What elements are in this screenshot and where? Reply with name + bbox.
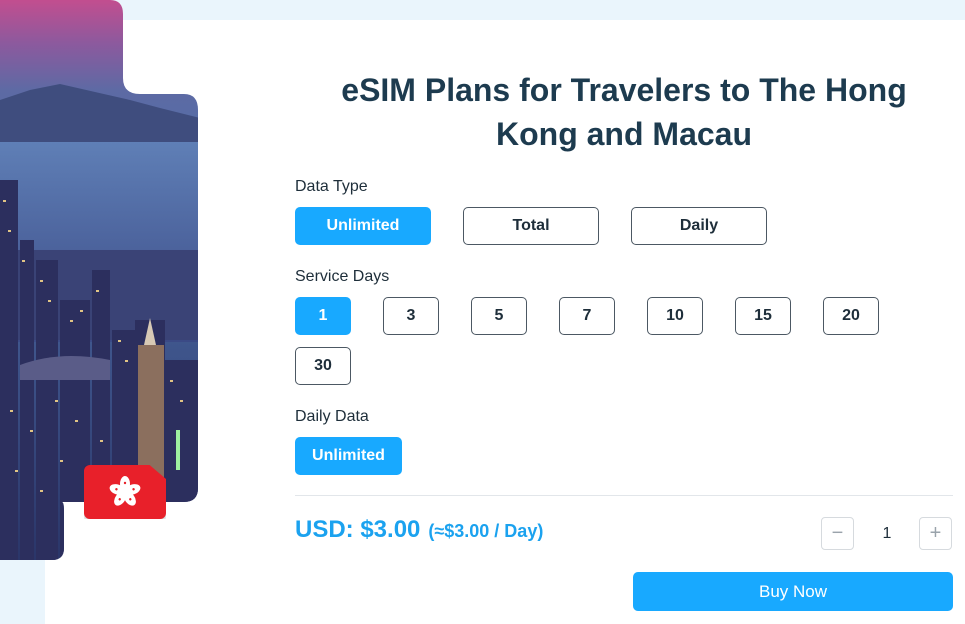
service-days-5-button[interactable]: 5 bbox=[471, 297, 527, 335]
hong-kong-flag-icon bbox=[84, 465, 166, 519]
daily-data-label: Daily Data bbox=[295, 408, 369, 425]
page-title: eSIM Plans for Travelers to The Hong Kon… bbox=[341, 72, 907, 152]
service-days-30-button[interactable]: 30 bbox=[295, 347, 351, 385]
buy-now-button[interactable]: Buy Now bbox=[633, 572, 953, 611]
service-days-15-button[interactable]: 15 bbox=[735, 297, 791, 335]
quantity-decrement-button[interactable]: − bbox=[821, 517, 854, 550]
quantity-value[interactable]: 1 bbox=[868, 517, 906, 550]
service-days-label: Service Days bbox=[295, 268, 390, 285]
service-days-3-button[interactable]: 3 bbox=[383, 297, 439, 335]
data-type-total-button[interactable]: Total bbox=[463, 207, 599, 245]
data-type-unlimited-button[interactable]: Unlimited bbox=[295, 207, 431, 245]
quantity-increment-button[interactable]: + bbox=[919, 517, 952, 550]
price-display: USD: $3.00 (≈$3.00 / Day) bbox=[295, 516, 543, 544]
price-total: USD: $3.00 bbox=[295, 516, 421, 543]
price-per-day: (≈$3.00 / Day) bbox=[428, 521, 544, 541]
service-days-1-button[interactable]: 1 bbox=[295, 297, 351, 335]
service-days-10-button[interactable]: 10 bbox=[647, 297, 703, 335]
divider bbox=[295, 495, 953, 496]
service-days-7-button[interactable]: 7 bbox=[559, 297, 615, 335]
daily-data-unlimited-button[interactable]: Unlimited bbox=[295, 437, 402, 475]
data-type-daily-button[interactable]: Daily bbox=[631, 207, 767, 245]
data-type-label: Data Type bbox=[295, 178, 368, 195]
service-days-20-button[interactable]: 20 bbox=[823, 297, 879, 335]
